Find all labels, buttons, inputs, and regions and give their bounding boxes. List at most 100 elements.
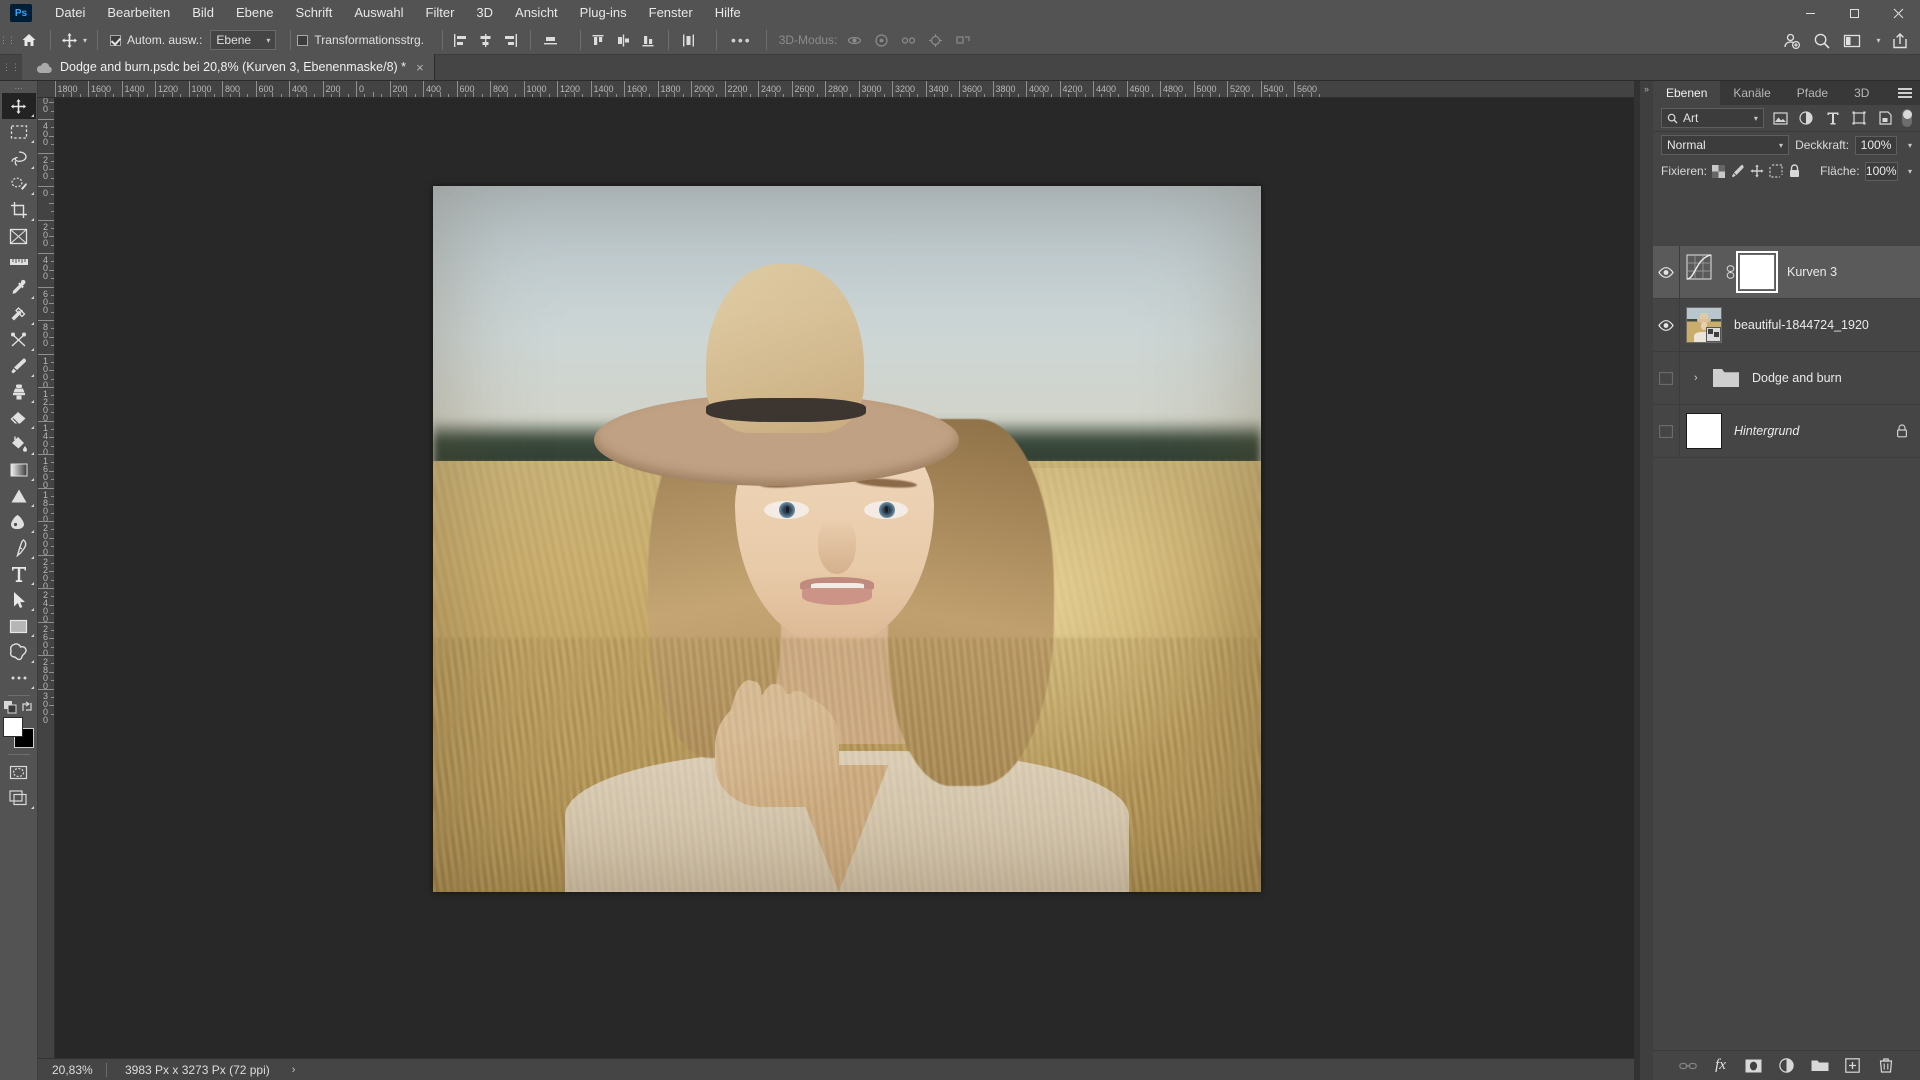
type-tool[interactable] [2, 561, 36, 587]
layer-row[interactable]: Hintergrund [1653, 404, 1920, 458]
distribute-bottom-icon[interactable] [637, 29, 660, 51]
crop-tool[interactable] [2, 197, 36, 223]
menu-item-hilfe[interactable]: Hilfe [704, 1, 752, 25]
fill-chevron-down-icon[interactable]: ▾ [1908, 167, 1912, 176]
align-top-edges-icon[interactable] [539, 29, 562, 51]
canvas-area[interactable] [55, 98, 1634, 1058]
panel-menu-icon[interactable] [1898, 81, 1912, 105]
filter-type-layers-icon[interactable] [1823, 108, 1843, 128]
current-tool-button[interactable]: ▾ [57, 32, 91, 49]
opacity-chevron-down-icon[interactable]: ▾ [1908, 141, 1912, 150]
share-icon[interactable] [1886, 29, 1914, 53]
home-icon[interactable] [14, 26, 44, 55]
new-adjustment-layer-icon[interactable] [1777, 1056, 1797, 1076]
panel-tab-ebenen[interactable]: Ebenen [1653, 81, 1721, 105]
curves-adjustment-icon[interactable] [1686, 254, 1722, 290]
foreground-color-swatch[interactable] [2, 717, 23, 737]
align-horizontal-centers-icon[interactable] [474, 29, 497, 51]
align-right-edges-icon[interactable] [499, 29, 522, 51]
frame-tool[interactable] [2, 223, 36, 249]
more-tools[interactable] [2, 665, 36, 691]
eraser-tool[interactable] [2, 405, 36, 431]
lock-image-pixels-icon[interactable] [1731, 162, 1745, 181]
menu-item-datei[interactable]: Datei [44, 1, 96, 25]
dodge-tool[interactable] [2, 483, 36, 509]
workspace-chevron-down-icon[interactable]: ▾ [1868, 29, 1884, 53]
more-options-button[interactable]: ••• [723, 32, 760, 48]
filter-kind-dropdown[interactable]: Art ▾ [1661, 108, 1764, 128]
layer-visibility-toggle[interactable] [1653, 298, 1680, 352]
layer-name[interactable]: Kurven 3 [1787, 265, 1837, 279]
lock-position-icon[interactable] [1750, 162, 1764, 181]
panel-tab-kan-le[interactable]: Kanäle [1720, 81, 1784, 105]
menu-item-schrift[interactable]: Schrift [285, 1, 344, 25]
distribute-vertical-centers-icon[interactable] [612, 29, 635, 51]
paint-bucket-tool[interactable] [2, 431, 36, 457]
layer-name[interactable]: Hintergrund [1734, 424, 1799, 438]
add-collaborator-icon[interactable] [1778, 29, 1806, 53]
menu-item-filter[interactable]: Filter [415, 1, 466, 25]
tools-panel-grip[interactable]: ⋯ [15, 83, 23, 93]
new-layer-icon[interactable] [1843, 1056, 1863, 1076]
layer-style-fx-icon[interactable]: fx [1711, 1056, 1731, 1076]
eyedropper-tool[interactable] [2, 275, 36, 301]
artboard[interactable] [433, 186, 1261, 892]
delete-layer-icon[interactable] [1876, 1056, 1896, 1076]
menu-item-auswahl[interactable]: Auswahl [343, 1, 414, 25]
add-layer-mask-icon[interactable] [1744, 1056, 1764, 1076]
blend-mode-dropdown[interactable]: Normal ▾ [1661, 135, 1790, 155]
document-tab[interactable]: Dodge and burn.psdc bei 20,8% (Kurven 3,… [22, 54, 435, 80]
custom-shape-tool[interactable] [2, 639, 36, 665]
object-selection-tool[interactable] [2, 171, 36, 197]
auto-select-checkbox[interactable] [110, 34, 122, 46]
layer-visibility-toggle[interactable] [1653, 404, 1680, 458]
panel-tab-pfade[interactable]: Pfade [1783, 81, 1842, 105]
patch-tool[interactable] [2, 327, 36, 353]
lasso-tool[interactable] [2, 145, 36, 171]
vertical-ruler[interactable]: 6004002000200400600800100012001400160018… [38, 98, 55, 1058]
pen-tool[interactable] [2, 535, 36, 561]
distribute-top-icon[interactable] [587, 29, 610, 51]
layer-name[interactable]: Dodge and burn [1752, 371, 1842, 385]
minimize-button[interactable] [1788, 0, 1832, 26]
layer-visibility-toggle[interactable] [1653, 351, 1680, 405]
align-left-edges-icon[interactable] [449, 29, 472, 51]
options-bar-grip[interactable]: ⋮⋮ [0, 26, 16, 55]
link-layers-icon[interactable] [1678, 1056, 1698, 1076]
panel-collapse-bar[interactable] [1640, 81, 1653, 1080]
new-group-icon[interactable] [1810, 1056, 1830, 1076]
zoom-level[interactable]: 20,83% [38, 1063, 106, 1077]
status-expand-icon[interactable]: › [270, 1064, 296, 1076]
gradient-tool[interactable] [2, 457, 36, 483]
layer-visibility-toggle[interactable] [1653, 245, 1680, 299]
search-icon[interactable] [1808, 29, 1836, 53]
rectangle-tool[interactable] [2, 613, 36, 639]
blur-tool[interactable] [2, 509, 36, 535]
panel-tab-3d[interactable]: 3D [1841, 81, 1883, 105]
lock-all-icon[interactable] [1788, 162, 1802, 181]
healing-brush-tool[interactable] [2, 301, 36, 327]
move-tool[interactable] [1, 93, 36, 119]
horizontal-ruler[interactable]: 1800 1600 1400 1200 1000 800 600 400 200 0 200 400 6… [38, 81, 1634, 98]
rectangular-marquee-tool[interactable] [2, 119, 36, 145]
measure-tool[interactable] [2, 249, 36, 275]
maximize-button[interactable] [1832, 0, 1876, 26]
group-expand-chevron-icon[interactable]: › [1694, 372, 1708, 384]
lock-artboard-nesting-icon[interactable] [1768, 162, 1783, 181]
quick-mask-icon[interactable] [2, 759, 36, 785]
fill-input[interactable]: 100% [1864, 161, 1898, 181]
close-button[interactable] [1876, 0, 1920, 26]
clone-stamp-tool[interactable] [2, 379, 36, 405]
default-colors-icon[interactable] [3, 700, 17, 714]
layer-thumbnail[interactable] [1686, 307, 1722, 343]
filter-shape-layers-icon[interactable] [1849, 108, 1869, 128]
brush-tool[interactable] [2, 353, 36, 379]
menu-item-ansicht[interactable]: Ansicht [504, 1, 569, 25]
layer-row[interactable]: beautiful-1844724_1920 [1653, 298, 1920, 352]
menu-item-bearbeiten[interactable]: Bearbeiten [96, 1, 181, 25]
layer-thumbnail[interactable] [1686, 413, 1722, 449]
distribute-spacing-icon[interactable] [677, 29, 700, 51]
menu-item-ebene[interactable]: Ebene [225, 1, 285, 25]
filter-smart-object-icon[interactable] [1875, 108, 1895, 128]
auto-select-scope-dropdown[interactable]: Ebene ▾ [210, 30, 277, 50]
